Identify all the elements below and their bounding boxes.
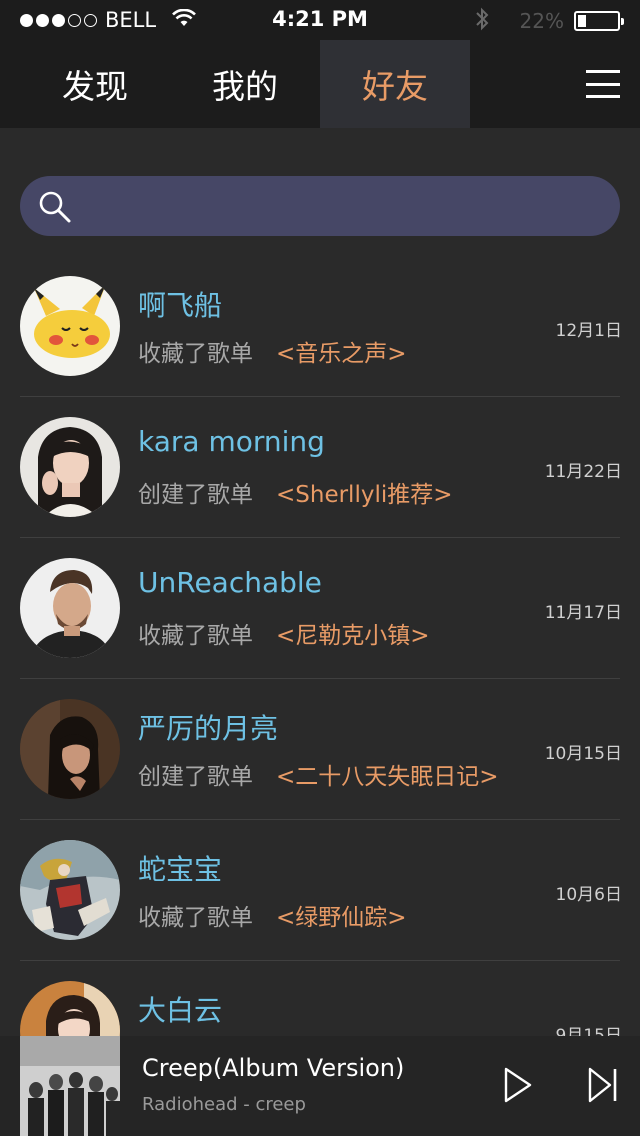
friend-name[interactable]: 啊飞船 <box>138 284 222 324</box>
friend-name[interactable]: UnReachable <box>138 566 322 599</box>
song-title[interactable]: Creep(Album Version) <box>142 1054 404 1082</box>
song-artist: Radiohead - creep <box>142 1094 306 1115</box>
avatar[interactable] <box>20 699 120 799</box>
list-item[interactable]: 啊飞船 收藏了歌单 <音乐之声> 12月1日 <box>0 256 640 397</box>
activity-action: 创建了歌单 <box>138 482 253 508</box>
avatar[interactable] <box>20 417 120 517</box>
mini-player[interactable]: Creep(Album Version) Radiohead - creep <box>0 1036 640 1136</box>
list-item[interactable]: 蛇宝宝 收藏了歌单 <绿野仙踪> 10月6日 <box>0 820 640 961</box>
list-item[interactable]: kara morning 创建了歌单 <Sherllyli推荐> 11月22日 <box>0 397 640 538</box>
activity-action: 收藏了歌单 <box>138 623 253 649</box>
album-cover[interactable] <box>20 1036 120 1136</box>
friend-name[interactable]: kara morning <box>138 425 325 458</box>
activity-action: 收藏了歌单 <box>138 341 253 367</box>
avatar[interactable] <box>20 840 120 940</box>
top-tab-bar: 发现 我的 好友 <box>0 40 640 128</box>
friend-activity-list: 啊飞船 收藏了歌单 <音乐之声> 12月1日 kara morning 创建了歌… <box>0 256 640 1102</box>
tab-friends[interactable]: 好友 <box>320 40 470 128</box>
menu-icon[interactable] <box>586 70 620 98</box>
friend-name[interactable]: 蛇宝宝 <box>138 848 222 888</box>
battery-icon <box>574 11 624 31</box>
status-bar: BELL 4:21 PM 22% <box>0 0 640 40</box>
activity-date: 10月15日 <box>544 744 622 764</box>
playlist-link[interactable]: <二十八天失眠日记> <box>276 757 499 791</box>
battery-percent: 22% <box>519 9 564 33</box>
activity-action: 创建了歌单 <box>138 764 253 790</box>
friend-name[interactable]: 大白云 <box>138 989 222 1029</box>
tab-discover[interactable]: 发现 <box>20 40 170 128</box>
search-input[interactable] <box>90 176 600 236</box>
friend-name[interactable]: 严厉的月亮 <box>138 707 278 747</box>
avatar[interactable] <box>20 558 120 658</box>
activity-date: 10月6日 <box>555 885 622 905</box>
next-track-icon[interactable] <box>586 1066 620 1104</box>
search-icon <box>38 190 72 224</box>
play-icon[interactable] <box>500 1066 534 1104</box>
playlist-link[interactable]: <音乐之声> <box>276 334 407 368</box>
activity-action: 收藏了歌单 <box>138 905 253 931</box>
activity-date: 12月1日 <box>555 321 622 341</box>
playlist-link[interactable]: <绿野仙踪> <box>276 898 407 932</box>
search-bar[interactable] <box>20 176 620 236</box>
list-item[interactable]: 严厉的月亮 创建了歌单 <二十八天失眠日记> 10月15日 <box>0 679 640 820</box>
avatar[interactable] <box>20 276 120 376</box>
playlist-link[interactable]: <尼勒克小镇> <box>276 616 430 650</box>
list-item[interactable]: UnReachable 收藏了歌单 <尼勒克小镇> 11月17日 <box>0 538 640 679</box>
playlist-link[interactable]: <Sherllyli推荐> <box>276 475 453 509</box>
activity-date: 11月22日 <box>544 462 622 482</box>
bluetooth-icon <box>474 7 490 35</box>
activity-date: 11月17日 <box>544 603 622 623</box>
tab-mine[interactable]: 我的 <box>170 40 320 128</box>
